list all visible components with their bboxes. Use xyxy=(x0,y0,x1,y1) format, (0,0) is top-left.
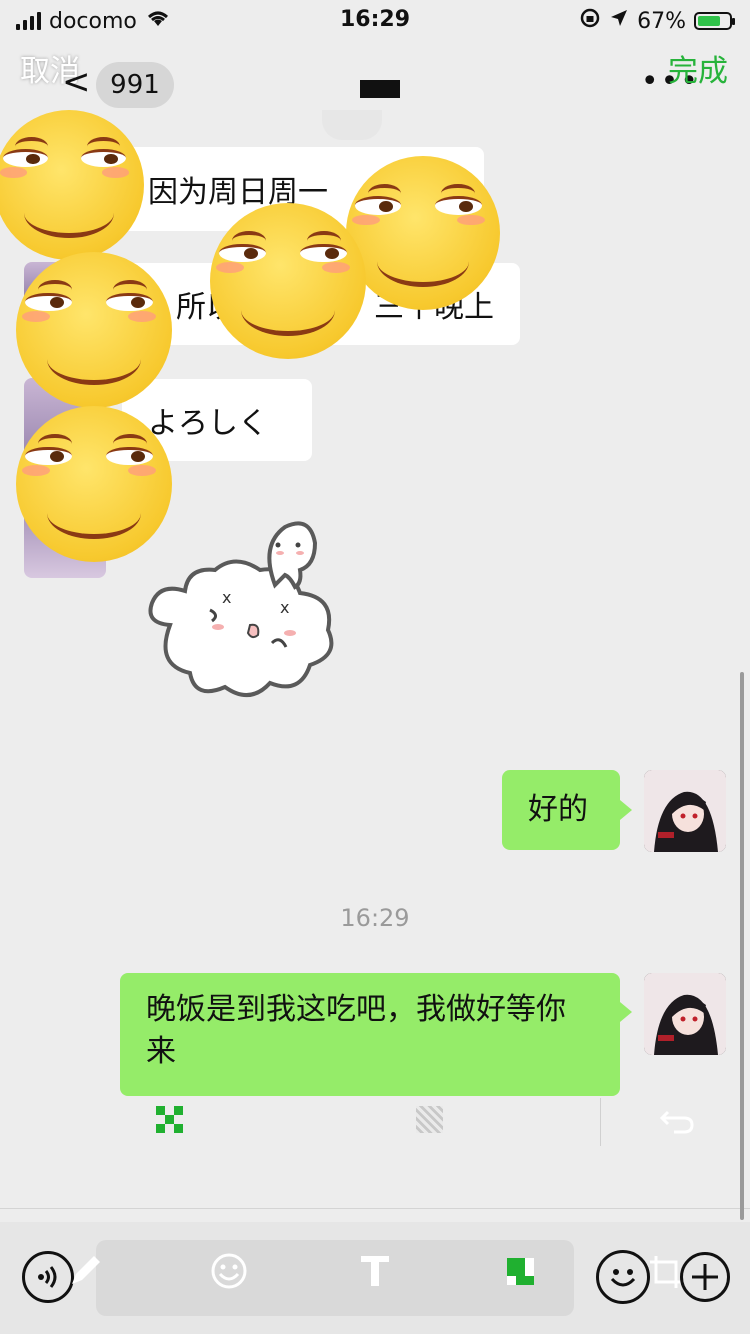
blur-icon[interactable] xyxy=(416,1106,443,1133)
message-text: よろしく xyxy=(148,406,268,441)
toolbar-divider xyxy=(600,1098,601,1146)
bubble-tail xyxy=(620,1002,632,1022)
smirk-emoji-sticker[interactable] xyxy=(346,156,500,310)
message-text: 好的 xyxy=(528,792,588,827)
pen-icon[interactable] xyxy=(66,1252,104,1294)
scrollbar[interactable] xyxy=(740,672,744,1220)
crop-icon[interactable] xyxy=(648,1254,684,1294)
location-icon xyxy=(609,8,629,34)
smirk-emoji-sticker[interactable] xyxy=(16,406,172,562)
avatar[interactable] xyxy=(644,973,726,1055)
svg-text:x: x xyxy=(280,598,289,617)
mosaic-icon[interactable] xyxy=(507,1258,534,1285)
undo-icon[interactable] xyxy=(659,1106,694,1138)
tools-panel xyxy=(96,1240,574,1316)
divider xyxy=(0,1208,750,1209)
add-icon[interactable] xyxy=(680,1252,730,1302)
text-icon[interactable] xyxy=(360,1254,390,1292)
status-right: 67% xyxy=(579,7,735,35)
bubble-tail xyxy=(620,800,632,820)
battery-percent: 67% xyxy=(637,8,686,34)
cloud-sticker[interactable]: xx xyxy=(140,515,350,719)
message-text: 晚饭是到我这吃吧，我做好等你来 xyxy=(146,992,566,1069)
mosaic-icon[interactable] xyxy=(156,1106,183,1133)
emoji-icon[interactable] xyxy=(210,1252,248,1294)
chat-title-redacted xyxy=(360,80,400,98)
battery-icon xyxy=(694,12,735,30)
message-bubble[interactable]: 晚饭是到我这吃吧，我做好等你来 xyxy=(120,973,620,1096)
smirk-emoji-sticker[interactable] xyxy=(0,110,144,260)
message-timestamp: 16:29 xyxy=(340,904,410,932)
message-bubble[interactable]: 好的 xyxy=(502,770,620,850)
avatar[interactable] xyxy=(644,770,726,852)
unread-count-badge[interactable]: 991 xyxy=(96,62,174,108)
status-bar: docomo 16:29 67% xyxy=(0,0,750,44)
rotation-lock-icon xyxy=(579,7,601,35)
tooltip-tab xyxy=(322,110,382,140)
sticker-icon[interactable] xyxy=(596,1250,650,1304)
back-icon[interactable]: < xyxy=(62,62,91,102)
svg-text:x: x xyxy=(222,588,231,607)
smirk-emoji-sticker[interactable] xyxy=(210,203,366,359)
smirk-emoji-sticker[interactable] xyxy=(16,252,172,408)
done-button[interactable]: 完成 xyxy=(668,46,728,90)
